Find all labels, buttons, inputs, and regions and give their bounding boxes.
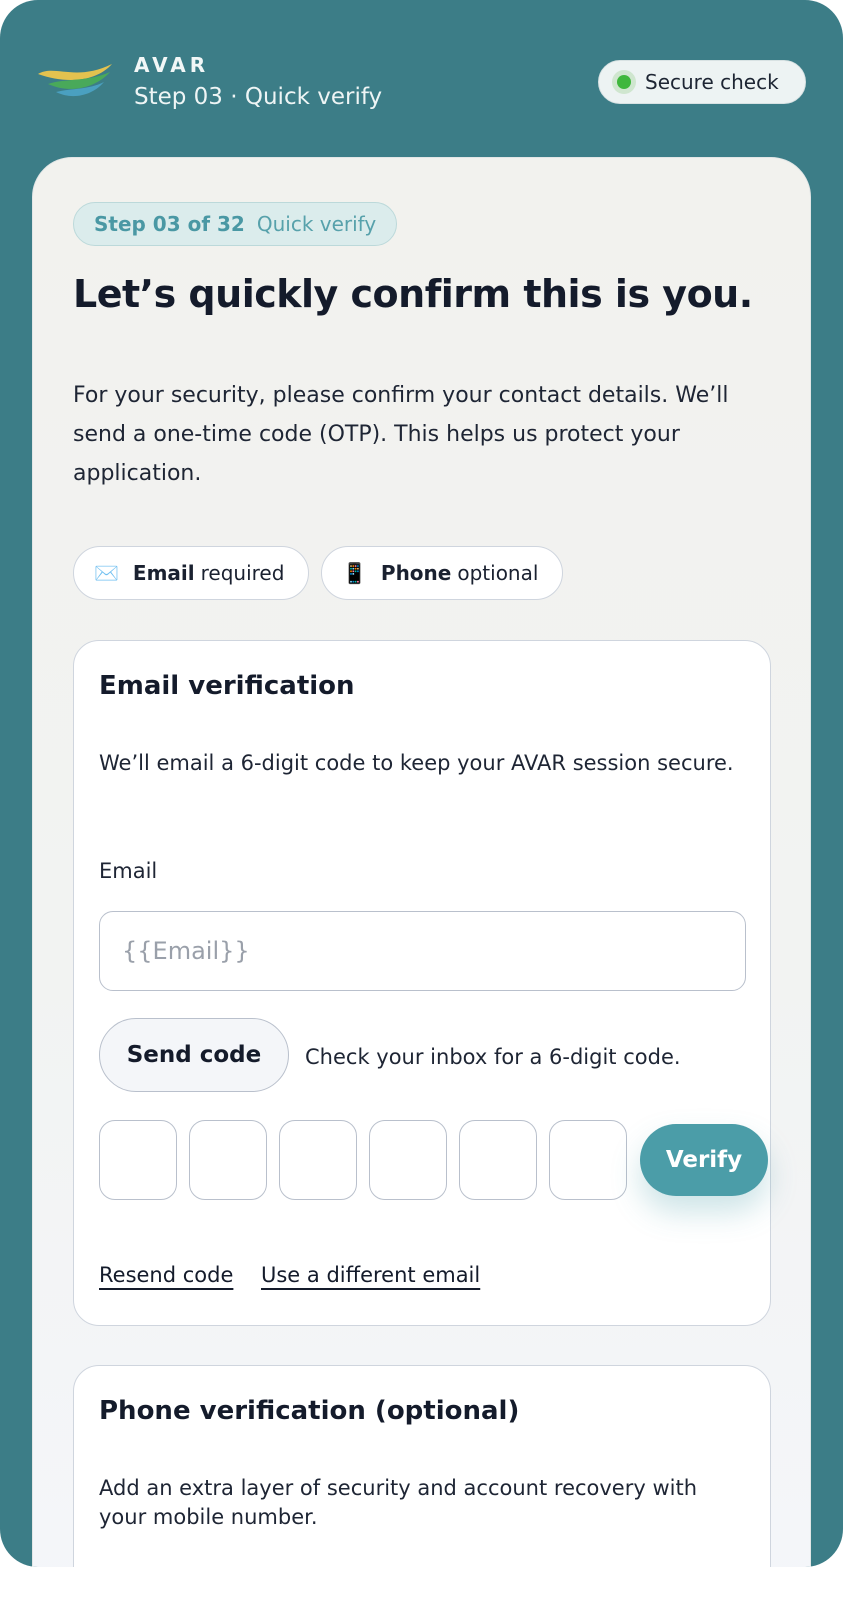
chip-phone-strong: Phone: [380, 561, 452, 585]
avar-logo-icon: [38, 64, 112, 97]
resend-code-link[interactable]: Resend code: [99, 1263, 233, 1287]
email-panel-description: We’ll email a 6-digit code to keep your …: [99, 751, 734, 775]
email-field-label: Email: [99, 859, 158, 883]
header-subtitle: Step 03 · Quick verify: [134, 84, 383, 110]
verify-button[interactable]: Verify: [640, 1124, 768, 1196]
otp-digit-1[interactable]: [99, 1120, 177, 1200]
otp-digit-4[interactable]: [369, 1120, 447, 1200]
step-count: Step 03 of 32: [94, 212, 245, 236]
intro-text: For your security, please confirm your c…: [73, 383, 729, 486]
step-label: Quick verify: [256, 212, 377, 236]
phone-panel-title: Phone verification (optional): [99, 1396, 520, 1426]
chip-email-rest: required: [200, 561, 285, 585]
secure-check-label: Secure check: [645, 70, 779, 94]
send-code-hint: Check your inbox for a 6-digit code.: [305, 1045, 681, 1069]
chip-phone-rest: optional: [457, 561, 539, 585]
page-frame: AVAR Step 03 · Quick verify Secure check…: [0, 0, 860, 1600]
page-title: Let’s quickly confirm this is you.: [73, 272, 753, 316]
send-code-button[interactable]: Send code: [99, 1018, 289, 1092]
brand-name: AVAR: [134, 53, 210, 77]
verification-card: Step 03 of 32 Quick verify Let’s quickly…: [32, 157, 811, 1567]
email-verification-panel: Email verification We’ll email a 6-digit…: [73, 640, 771, 1326]
phone-panel-description: Add an extra layer of security and accou…: [99, 1476, 698, 1529]
phone-optional-chip: 📱 Phone optional: [321, 546, 563, 600]
chip-email-strong: Email: [132, 561, 195, 585]
status-dot-icon: [617, 75, 631, 89]
step-pill: Step 03 of 32 Quick verify: [73, 202, 398, 246]
otp-digit-6[interactable]: [549, 1120, 627, 1200]
email-required-chip: ✉️ Email required: [73, 546, 309, 600]
envelope-icon: ✉️: [94, 561, 119, 585]
email-panel-title: Email verification: [99, 671, 355, 701]
secure-check-badge: Secure check: [598, 60, 806, 104]
otp-digit-3[interactable]: [279, 1120, 357, 1200]
use-different-email-link[interactable]: Use a different email: [261, 1263, 480, 1287]
mobile-phone-icon: 📱: [342, 561, 367, 585]
otp-digit-2[interactable]: [189, 1120, 267, 1200]
app-window: AVAR Step 03 · Quick verify Secure check…: [0, 0, 843, 1567]
phone-verification-panel: Phone verification (optional) Add an ext…: [73, 1365, 771, 1567]
email-input[interactable]: [99, 911, 746, 991]
otp-digit-5[interactable]: [459, 1120, 537, 1200]
